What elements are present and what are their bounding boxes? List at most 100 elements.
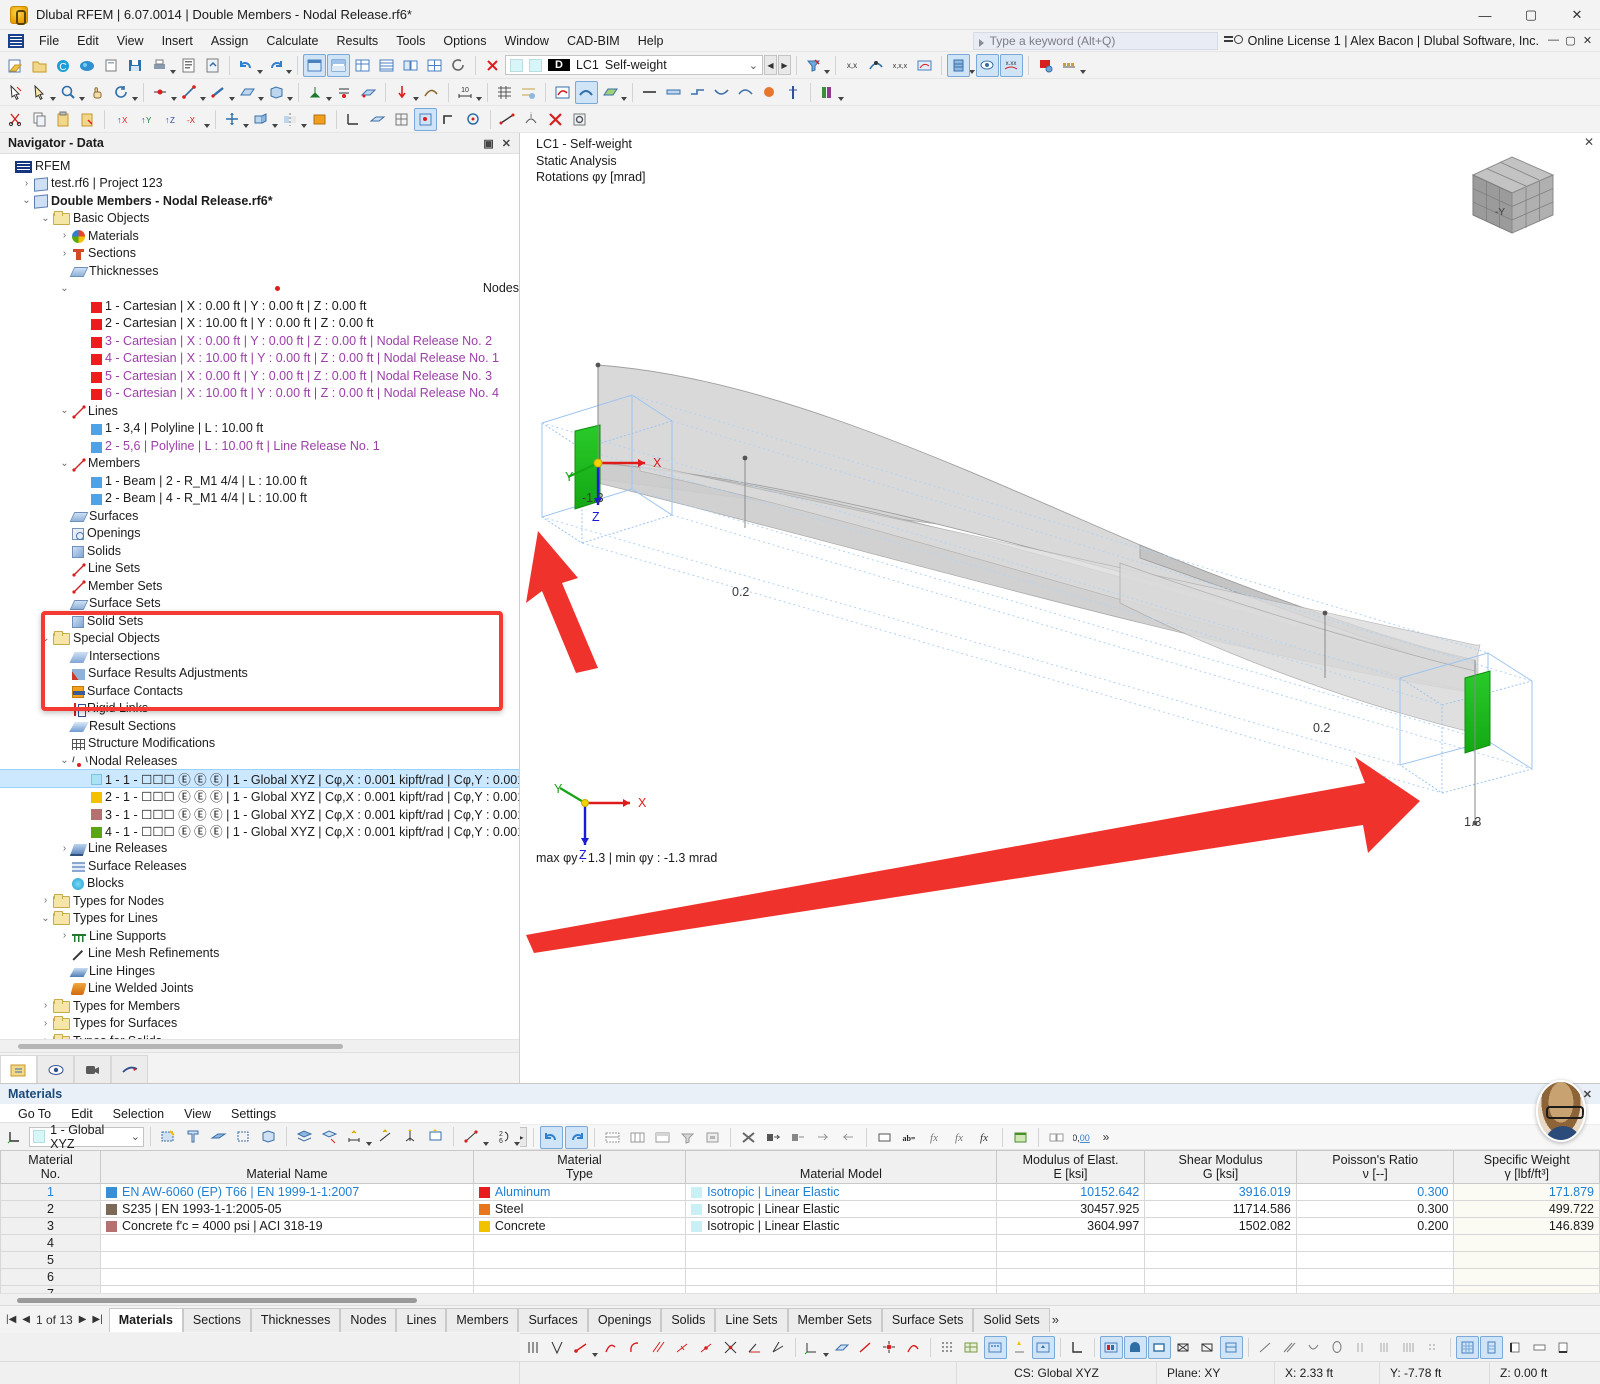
table-fx1-icon[interactable]: fx	[923, 1126, 946, 1149]
new-member-icon[interactable]	[207, 1125, 230, 1148]
export-icon[interactable]	[201, 54, 224, 77]
hidden-mode-icon[interactable]	[1196, 1336, 1219, 1359]
sub-close-button[interactable]: ✕	[1579, 34, 1596, 47]
tree-item[interactable]: ⌄Special Objects	[0, 630, 519, 648]
navigator-tab-data[interactable]	[0, 1055, 37, 1083]
grid-snap2-icon[interactable]	[984, 1336, 1007, 1359]
navigator-tree[interactable]: RFEM›test.rf6 | Project 123⌄Double Membe…	[0, 154, 519, 1039]
pager-last-button[interactable]: ▶|	[92, 1314, 102, 1325]
view-refresh-icon[interactable]	[447, 54, 470, 77]
material-gamma-value[interactable]	[1454, 1269, 1600, 1286]
menu-calculate[interactable]: Calculate	[257, 32, 327, 50]
row-number[interactable]: 2	[1, 1201, 101, 1218]
member-tool-icon[interactable]	[207, 81, 230, 104]
material-model[interactable]	[686, 1286, 997, 1294]
tree-item[interactable]: ⌄Basic Objects	[0, 210, 519, 228]
tree-item[interactable]: Line Welded Joints	[0, 980, 519, 998]
table-tabs-more-button[interactable]: »	[1052, 1312, 1059, 1327]
support-tool-icon[interactable]	[304, 81, 327, 104]
dimension-linear-caret-icon[interactable]	[366, 1142, 372, 1146]
snap-x-icon[interactable]: ↑X	[110, 108, 133, 131]
keyword-search-input[interactable]: Type a keyword (Alt+Q)	[973, 32, 1218, 50]
material-nu-value[interactable]	[1296, 1252, 1454, 1269]
tree-item[interactable]: Blocks	[0, 875, 519, 893]
align-center-icon[interactable]	[1528, 1336, 1551, 1359]
tree-item[interactable]: 4 - 1 - ☐☐☐ Ⓔ Ⓔ Ⓔ | 1 - Global XYZ | Cφ,…	[0, 822, 519, 840]
material-model[interactable]	[686, 1269, 997, 1286]
tree-expander-icon[interactable]: ›	[57, 930, 72, 941]
table-row[interactable]: 1EN AW-6060 (EP) T66 | EN 1999-1-1:2007A…	[1, 1184, 1600, 1201]
menu-tools[interactable]: Tools	[387, 32, 434, 50]
result-diagram-icon[interactable]	[865, 54, 888, 77]
column-header[interactable]: Shear ModulusG [ksi]	[1145, 1151, 1297, 1184]
tree-item[interactable]: Openings	[0, 525, 519, 543]
sub-restore-button[interactable]: ▢	[1562, 34, 1579, 47]
tree-expander-icon[interactable]: ›	[19, 178, 34, 189]
snap-ortho-icon[interactable]	[546, 1336, 569, 1359]
new-node-icon[interactable]	[157, 1125, 180, 1148]
menu-help[interactable]: Help	[629, 32, 673, 50]
table-fx2-icon[interactable]: fx	[948, 1126, 971, 1149]
minimize-button[interactable]: —	[1462, 0, 1508, 30]
material-gamma-value[interactable]	[1454, 1252, 1600, 1269]
material-G-value[interactable]: 1502.082	[1145, 1218, 1297, 1235]
table-tab-lines[interactable]: Lines	[396, 1308, 446, 1332]
cloud-open-icon[interactable]: C	[52, 54, 75, 77]
material-E-value[interactable]	[996, 1235, 1145, 1252]
tree-item[interactable]: ›Types for Members	[0, 997, 519, 1015]
new-solid-icon[interactable]	[257, 1125, 280, 1148]
column-header[interactable]: MaterialType	[473, 1151, 685, 1184]
measure-icon[interactable]	[496, 108, 519, 131]
table-delete-icon[interactable]	[737, 1126, 760, 1149]
snap-arc-icon[interactable]	[599, 1336, 622, 1359]
settings-icon[interactable]	[568, 108, 591, 131]
snap-curve-icon[interactable]	[623, 1336, 646, 1359]
fill-color-icon[interactable]	[308, 108, 331, 131]
materials-grid[interactable]: MaterialNo. Material NameMaterialType Ma…	[0, 1150, 1600, 1293]
lc-prev-button[interactable]: ◀	[764, 55, 777, 75]
material-name[interactable]	[101, 1286, 474, 1294]
view-grid-icon[interactable]	[423, 54, 446, 77]
mirror-icon[interactable]	[279, 108, 302, 131]
material-name[interactable]	[101, 1235, 474, 1252]
tree-item[interactable]: 2 - Cartesian | X : 10.00 ft | Y : 0.00 …	[0, 315, 519, 333]
object-snap-icon[interactable]	[414, 108, 437, 131]
menu-file[interactable]: File	[30, 32, 68, 50]
print-preview-icon[interactable]	[100, 54, 123, 77]
table-tab-sections[interactable]: Sections	[183, 1308, 251, 1332]
row-number[interactable]: 7	[1, 1286, 101, 1294]
new-model-icon[interactable]	[4, 54, 27, 77]
table-row[interactable]: 5	[1, 1252, 1600, 1269]
grid-snap-icon[interactable]	[390, 108, 413, 131]
table-tab-members[interactable]: Members	[446, 1308, 518, 1332]
table-insert-row-icon[interactable]	[601, 1126, 624, 1149]
coordinate-system-combo[interactable]: 1 - Global XYZ ⌄	[29, 1127, 144, 1147]
dots-icon[interactable]	[1422, 1336, 1445, 1359]
table-export-excel-icon[interactable]	[1009, 1126, 1032, 1149]
nodal-release-tool-icon[interactable]	[333, 81, 356, 104]
tree-expander-icon[interactable]: ›	[38, 1000, 53, 1011]
wireframe-mode-icon[interactable]	[1148, 1336, 1171, 1359]
path-caret-icon[interactable]	[483, 1142, 489, 1146]
menu-window[interactable]: Window	[495, 32, 557, 50]
tree-item[interactable]: 3 - 1 - ☐☐☐ Ⓔ Ⓔ Ⓔ | 1 - Global XYZ | Cφ,…	[0, 805, 519, 823]
tree-item[interactable]: Rigid Links	[0, 700, 519, 718]
new-surface-icon[interactable]	[232, 1125, 255, 1148]
delete-results-icon[interactable]	[481, 54, 504, 77]
snap-negx-icon[interactable]: -X	[182, 108, 205, 131]
line-tool-icon[interactable]	[178, 81, 201, 104]
snap-parallel-icon[interactable]	[647, 1336, 670, 1359]
table-tab-solid-sets[interactable]: Solid Sets	[973, 1308, 1049, 1332]
material-E-value[interactable]	[996, 1286, 1145, 1294]
material-G-value[interactable]: 3916.019	[1145, 1184, 1297, 1201]
column-header[interactable]: Modulus of Elast.E [ksi]	[996, 1151, 1145, 1184]
result-line-icon[interactable]	[638, 81, 661, 104]
maximize-button[interactable]: ▢	[1508, 0, 1554, 30]
material-G-value[interactable]	[1145, 1252, 1297, 1269]
table-indent-right-icon[interactable]	[837, 1126, 860, 1149]
line-style-solid-icon[interactable]	[1254, 1336, 1277, 1359]
material-gamma-value[interactable]: 146.839	[1454, 1218, 1600, 1235]
menu-assign[interactable]: Assign	[202, 32, 258, 50]
solid-tool-icon[interactable]	[265, 81, 288, 104]
row-number[interactable]: 4	[1, 1235, 101, 1252]
